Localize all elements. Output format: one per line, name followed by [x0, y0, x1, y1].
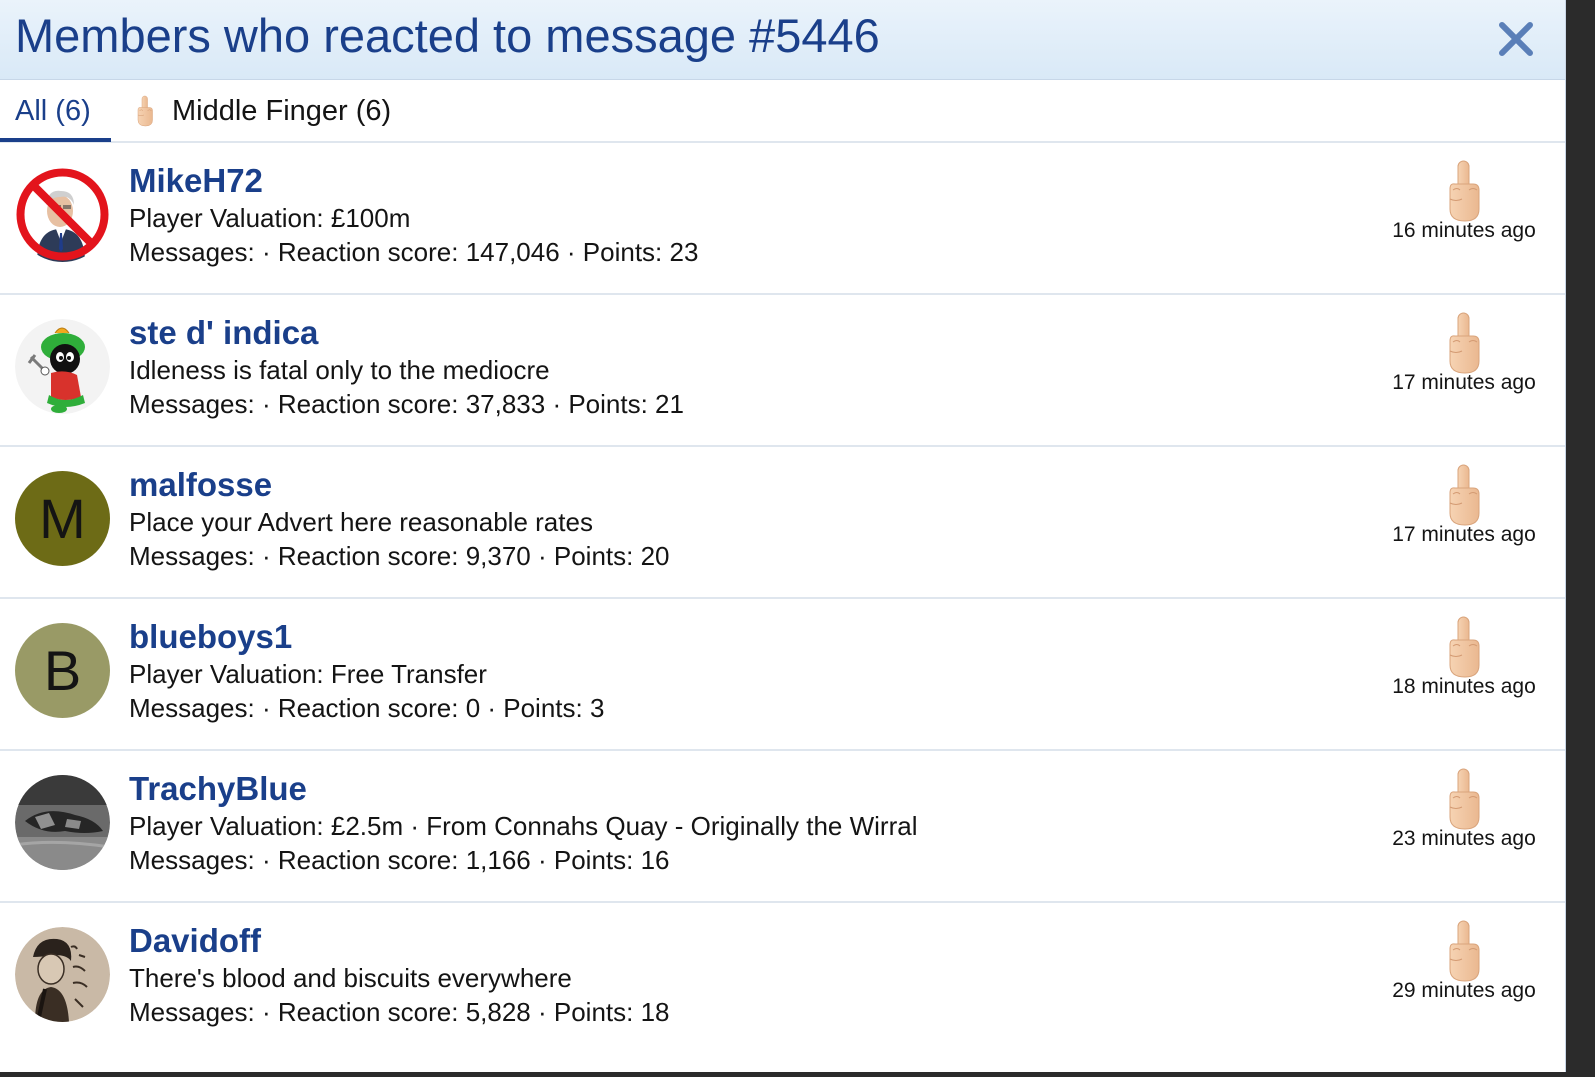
- avatar-letter: M: [15, 471, 110, 566]
- close-icon: [1499, 22, 1533, 56]
- reaction-time: 18 minutes ago: [1392, 675, 1536, 698]
- avatar[interactable]: [15, 319, 110, 414]
- reaction-info: 23 minutes ago: [1384, 767, 1544, 851]
- avatar[interactable]: M: [15, 471, 110, 566]
- member-name[interactable]: blueboys1: [129, 617, 292, 657]
- member-title: Player Valuation: £100m: [129, 203, 411, 233]
- member-info: TrachyBlue Player Valuation: £2.5m · Fro…: [129, 769, 917, 877]
- member-stats: Messages: · Reaction score: 147,046 · Po…: [129, 237, 699, 267]
- middle-finger-icon: [1444, 463, 1484, 527]
- member-name[interactable]: MikeH72: [129, 161, 263, 201]
- list-item: Davidoff There's blood and biscuits ever…: [0, 903, 1565, 1055]
- sketch-portrait-icon: [15, 927, 110, 1022]
- member-title: Player Valuation: £2.5m · From Connahs Q…: [129, 811, 918, 841]
- tab-middle-finger[interactable]: Middle Finger (6): [132, 80, 391, 143]
- tab-all[interactable]: All (6): [15, 80, 91, 143]
- list-item: MikeH72 Player Valuation: £100m Messages…: [0, 143, 1565, 295]
- avatar[interactable]: B: [15, 623, 110, 718]
- reaction-time: 29 minutes ago: [1392, 979, 1536, 1002]
- member-name[interactable]: malfosse: [129, 465, 272, 505]
- member-info: Davidoff There's blood and biscuits ever…: [129, 921, 670, 1029]
- member-title: Idleness is fatal only to the mediocre: [129, 355, 550, 385]
- list-item: B blueboys1 Player Valuation: Free Trans…: [0, 599, 1565, 751]
- middle-finger-icon: [1444, 159, 1484, 223]
- reaction-info: 17 minutes ago: [1384, 311, 1544, 395]
- reaction-info: 16 minutes ago: [1384, 159, 1544, 243]
- avatar[interactable]: [15, 775, 110, 870]
- reaction-info: 17 minutes ago: [1384, 463, 1544, 547]
- middle-finger-icon: [1444, 615, 1484, 679]
- reaction-info: 29 minutes ago: [1384, 919, 1544, 1003]
- member-title: There's blood and biscuits everywhere: [129, 963, 572, 993]
- member-info: MikeH72 Player Valuation: £100m Messages…: [129, 161, 698, 269]
- reaction-info: 18 minutes ago: [1384, 615, 1544, 699]
- tab-all-label: All (6): [15, 95, 91, 127]
- avatar[interactable]: [15, 927, 110, 1022]
- modal-title: Members who reacted to message #5446: [15, 9, 880, 62]
- reactions-modal: Members who reacted to message #5446 All…: [0, 0, 1566, 1072]
- cartoon-character-icon: [15, 319, 110, 414]
- modal-header: Members who reacted to message #5446: [0, 0, 1565, 80]
- list-item: M malfosse Place your Advert here reason…: [0, 447, 1565, 599]
- member-stats: Messages: · Reaction score: 9,370 · Poin…: [129, 541, 670, 571]
- member-info: ste d' indica Idleness is fatal only to …: [129, 313, 684, 421]
- list-item: TrachyBlue Player Valuation: £2.5m · Fro…: [0, 751, 1565, 903]
- member-stats: Messages: · Reaction score: 5,828 · Poin…: [129, 997, 670, 1027]
- member-name[interactable]: Davidoff: [129, 921, 261, 961]
- list-item: ste d' indica Idleness is fatal only to …: [0, 295, 1565, 447]
- middle-finger-icon: [132, 95, 158, 127]
- middle-finger-icon: [1444, 767, 1484, 831]
- member-name[interactable]: TrachyBlue: [129, 769, 307, 809]
- middle-finger-icon: [1444, 311, 1484, 375]
- member-title: Player Valuation: Free Transfer: [129, 659, 487, 689]
- tab-middle-finger-label: Middle Finger (6): [172, 95, 392, 127]
- avatar[interactable]: [15, 167, 110, 262]
- member-list: MikeH72 Player Valuation: £100m Messages…: [0, 143, 1565, 1055]
- member-name[interactable]: ste d' indica: [129, 313, 318, 353]
- reaction-time: 16 minutes ago: [1392, 219, 1536, 242]
- member-stats: Messages: · Reaction score: 0 · Points: …: [129, 693, 605, 723]
- reaction-time: 23 minutes ago: [1392, 827, 1536, 850]
- middle-finger-icon: [1444, 919, 1484, 983]
- active-tab-indicator: [0, 138, 111, 142]
- member-title: Place your Advert here reasonable rates: [129, 507, 593, 537]
- reaction-time: 17 minutes ago: [1392, 523, 1536, 546]
- avatar-letter: B: [15, 623, 110, 718]
- member-info: blueboys1 Player Valuation: Free Transfe…: [129, 617, 604, 725]
- member-stats: Messages: · Reaction score: 37,833 · Poi…: [129, 389, 684, 419]
- greyscale-photo-icon: [15, 775, 110, 870]
- member-info: malfosse Place your Advert here reasonab…: [129, 465, 670, 573]
- no-symbol-portrait-icon: [15, 167, 110, 262]
- close-button[interactable]: [1495, 18, 1537, 60]
- reaction-tabs: All (6) Middle Finger (6): [0, 80, 1565, 143]
- reaction-time: 17 minutes ago: [1392, 371, 1536, 394]
- member-stats: Messages: · Reaction score: 1,166 · Poin…: [129, 845, 670, 875]
